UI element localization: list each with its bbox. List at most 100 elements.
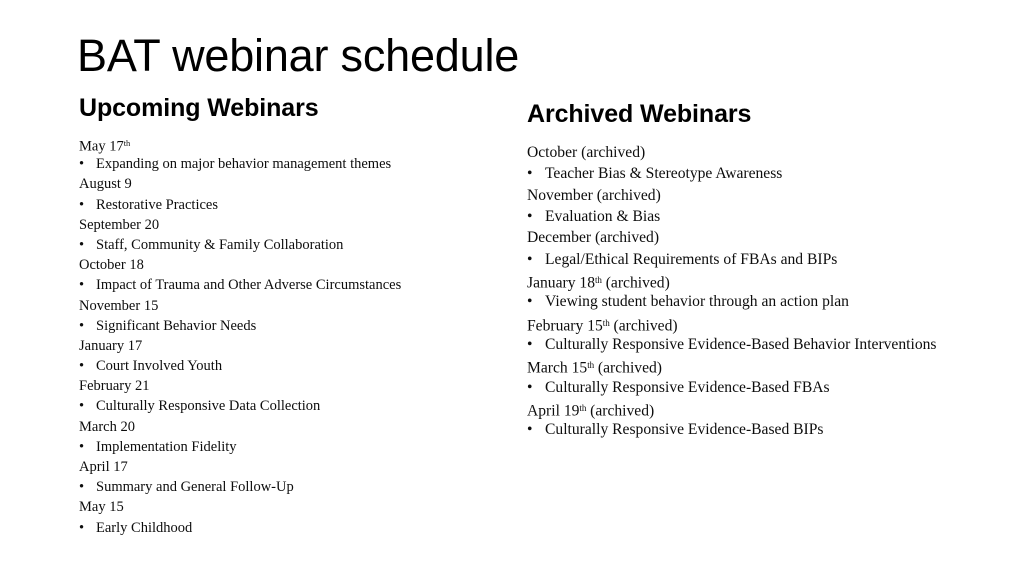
webinar-date: January 17 xyxy=(77,336,507,356)
webinar-entry: December (archived) • Legal/Ethical Requir… xyxy=(525,227,955,270)
webinar-date: November 15 xyxy=(77,296,507,316)
webinar-date-suffix: (archived) xyxy=(586,402,655,420)
webinar-topic: • Culturally Responsive Evidence-Based FB… xyxy=(525,377,955,398)
webinar-entry: January 17 • Court Involved Youth xyxy=(77,336,507,376)
webinar-entry: September 20 • Staff, Community & Family C… xyxy=(77,215,507,255)
webinar-date: August 9 xyxy=(77,174,507,194)
bullet-icon: • xyxy=(527,165,533,183)
bullet-icon: • xyxy=(527,336,533,354)
bullet-icon: • xyxy=(79,479,85,496)
bullet-icon: • xyxy=(79,277,85,294)
upcoming-webinars-column: Upcoming Webinars May 17th • Expanding on … xyxy=(77,93,507,538)
webinar-topic-label: Restorative Practices xyxy=(96,196,218,213)
webinar-entry: April 17 • Summary and General Follow-Up xyxy=(77,457,507,497)
webinar-topic-label: Culturally Responsive Evidence-Based FBA… xyxy=(545,378,830,396)
bullet-icon: • xyxy=(79,317,85,334)
webinar-topic-label: Summary and General Follow-Up xyxy=(96,479,294,496)
date-ordinal-suffix: th xyxy=(123,139,131,148)
webinar-date-text: March 15 xyxy=(527,360,588,378)
webinar-topic: • Implementation Fidelity xyxy=(77,437,507,457)
bullet-icon: • xyxy=(79,196,85,213)
webinar-date-text: February 15 xyxy=(527,317,603,335)
webinar-date-text: November 15 xyxy=(79,297,159,314)
webinar-date-text: February 21 xyxy=(79,378,150,395)
webinar-date-text: December (archived) xyxy=(527,229,660,247)
slide-canvas: BAT webinar schedule Upcoming Webinars M… xyxy=(0,0,1024,576)
webinar-date: October 18 xyxy=(77,255,507,275)
webinar-entry: February 21 • Culturally Responsive Data C… xyxy=(77,376,507,416)
webinar-topic-label: Implementation Fidelity xyxy=(96,438,237,455)
webinar-topic: • Expanding on major behavior management … xyxy=(77,154,507,174)
webinar-date-text: April 17 xyxy=(79,459,128,475)
archived-webinars-column: Archived Webinars October (archived) • Tea… xyxy=(525,99,955,441)
webinar-date: May 17th xyxy=(77,134,507,154)
page-title: BAT webinar schedule xyxy=(77,30,520,81)
bullet-icon: • xyxy=(527,421,533,439)
archived-webinars-list: October (archived) • Teacher Bias & Stereo… xyxy=(525,142,955,441)
webinar-entry: March 20 • Implementation Fidelity xyxy=(77,417,507,457)
webinar-topic: • Culturally Responsive Data Collection xyxy=(77,396,507,416)
webinar-date: February 15th (archived) xyxy=(525,313,955,334)
webinar-entry: May 15 • Early Childhood xyxy=(77,497,507,537)
webinar-date: April 19th (archived) xyxy=(525,398,955,420)
webinar-entry: February 15th (archived) • Culturally Resp… xyxy=(525,313,955,356)
bullet-icon: • xyxy=(79,519,85,536)
webinar-date: March 15th (archived) xyxy=(525,355,955,378)
webinar-date: April 17 xyxy=(77,457,507,477)
webinar-topic: • Significant Behavior Needs xyxy=(77,316,507,336)
webinar-entry: April 19th (archived) • Culturally Respons… xyxy=(525,398,955,441)
upcoming-webinars-heading: Upcoming Webinars xyxy=(79,94,319,122)
webinar-topic: • Culturally Responsive Evidence-Based BI… xyxy=(525,419,955,440)
webinar-topic-label: Early Childhood xyxy=(96,519,193,536)
webinar-topic-label: Staff, Community & Family Collaboration xyxy=(96,236,344,253)
bullet-icon: • xyxy=(79,438,85,455)
webinar-topic-label: Culturally Responsive Data Collection xyxy=(96,398,321,415)
webinar-date: December (archived) xyxy=(525,227,955,248)
webinar-topic-label: Expanding on major behavior management t… xyxy=(96,156,392,173)
webinar-topic-label: Culturally Responsive Evidence-Based BIP… xyxy=(545,421,824,439)
webinar-topic-label: Evaluation & Bias xyxy=(545,208,661,226)
webinar-topic: • Legal/Ethical Requirements of FBAs and … xyxy=(525,249,955,270)
webinar-date: May 15 xyxy=(77,497,507,517)
webinar-date-text: September 20 xyxy=(79,216,160,233)
webinar-date: November (archived) xyxy=(525,185,955,206)
webinar-entry: August 9 • Restorative Practices xyxy=(77,174,507,214)
webinar-entry: November 15 • Significant Behavior Needs xyxy=(77,296,507,336)
webinar-date-text: January 18 xyxy=(527,274,595,292)
bullet-icon: • xyxy=(527,293,533,311)
webinar-topic: • Staff, Community & Family Collaboration xyxy=(77,235,507,255)
date-ordinal-suffix: th xyxy=(595,275,602,286)
webinar-date-suffix: (archived) xyxy=(609,317,678,335)
webinar-date-suffix: (archived) xyxy=(601,274,670,292)
webinar-date: September 20 xyxy=(77,215,507,235)
webinar-date: February 21 xyxy=(77,376,507,396)
bullet-icon: • xyxy=(79,398,85,415)
webinar-entry: May 17th • Expanding on major behavior man… xyxy=(77,134,507,174)
bullet-icon: • xyxy=(527,208,533,226)
webinar-topic: • Culturally Responsive Evidence-Based Be… xyxy=(525,334,955,355)
webinar-entry: October (archived) • Teacher Bias & Stereo… xyxy=(525,142,955,185)
upcoming-webinars-list: May 17th • Expanding on major behavior man… xyxy=(77,134,507,538)
webinar-date-text: May 17 xyxy=(79,138,124,155)
date-ordinal-suffix: th xyxy=(602,317,610,328)
webinar-topic: • Summary and General Follow-Up xyxy=(77,477,507,497)
webinar-date-text: October (archived) xyxy=(527,144,646,161)
webinar-date-text: January 17 xyxy=(79,337,143,354)
webinar-date-text: November (archived) xyxy=(527,186,661,204)
webinar-topic-label: Viewing student behavior through an acti… xyxy=(545,293,849,311)
webinar-entry: October 18 • Impact of Trauma and Other Ad… xyxy=(77,255,507,295)
date-ordinal-suffix: th xyxy=(587,360,595,371)
webinar-date-text: October 18 xyxy=(79,257,144,274)
webinar-topic-label: Court Involved Youth xyxy=(96,358,223,375)
bullet-icon: • xyxy=(527,378,533,396)
webinar-topic: • Viewing student behavior through an act… xyxy=(525,291,955,312)
archived-webinars-heading: Archived Webinars xyxy=(527,100,752,128)
webinar-date: March 20 xyxy=(77,417,507,437)
bullet-icon: • xyxy=(79,236,85,253)
webinar-topic: • Restorative Practices xyxy=(77,195,507,215)
webinar-entry: March 15th (archived) • Culturally Respons… xyxy=(525,355,955,398)
webinar-entry: January 18th (archived) • Viewing student … xyxy=(525,270,955,313)
webinar-date-suffix: (archived) xyxy=(594,360,662,378)
webinar-entry: November (archived) • Evaluation & Bias xyxy=(525,185,955,228)
webinar-topic-label: Significant Behavior Needs xyxy=(96,317,257,334)
